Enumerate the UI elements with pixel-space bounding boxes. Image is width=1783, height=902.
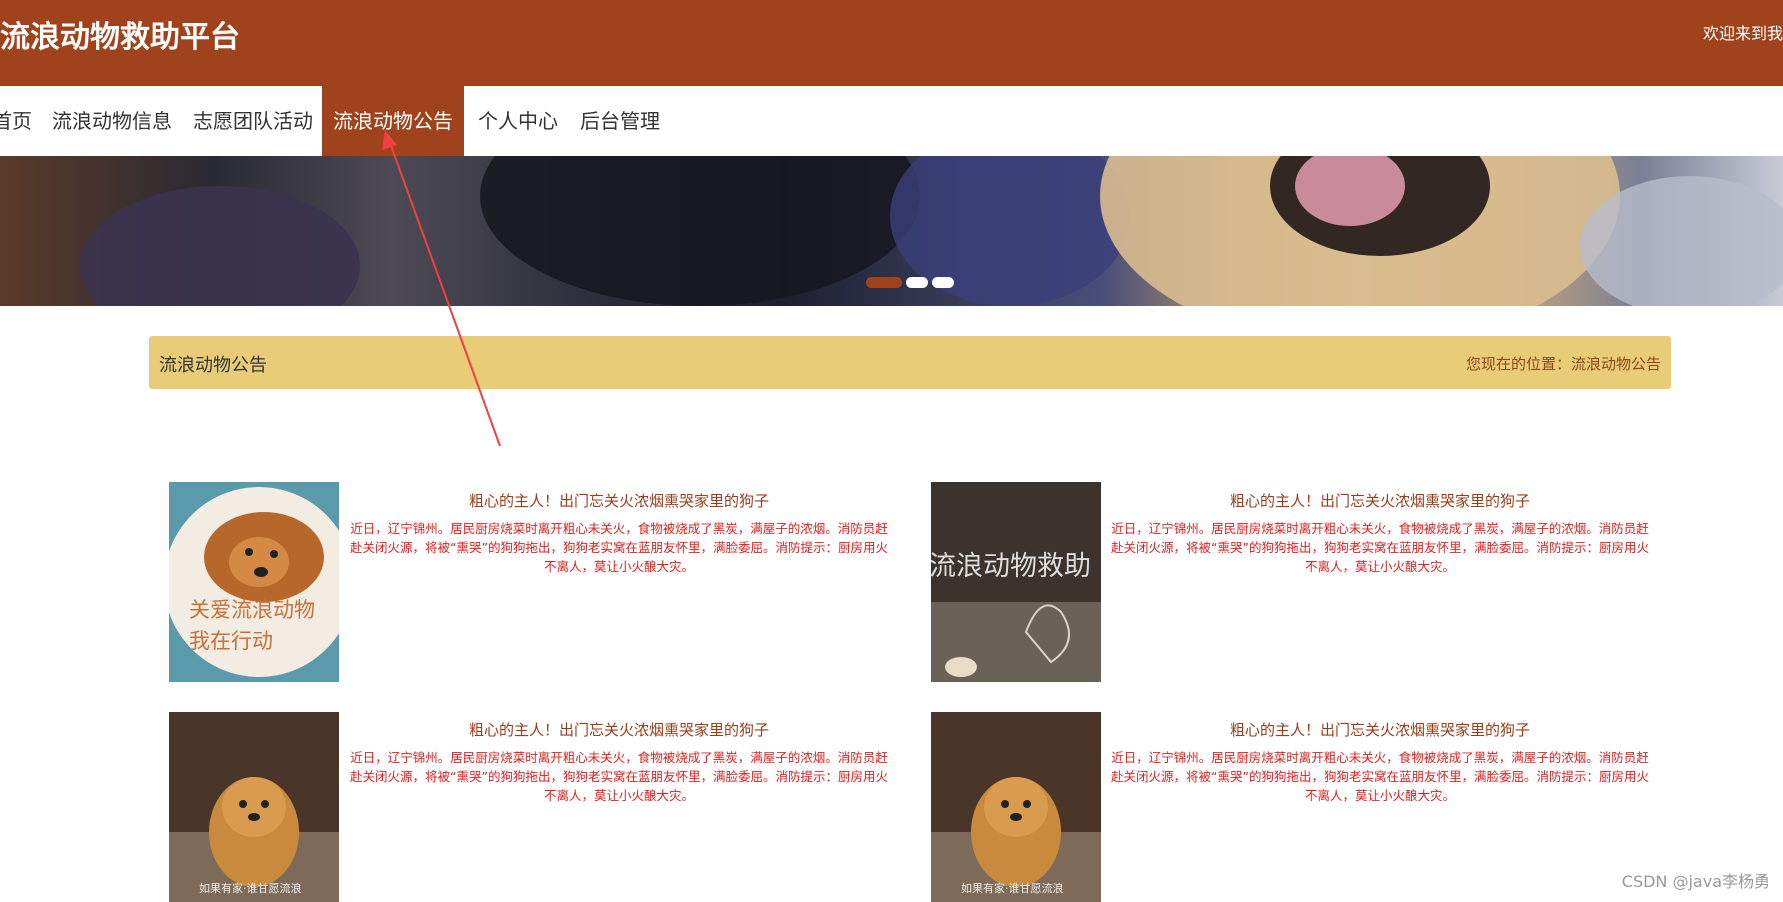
- site-title: 流浪动物救助平台: [0, 20, 240, 55]
- site-header: 流浪动物救助平台 欢迎来到我: [0, 0, 1783, 86]
- image-caption: 如果有家·谁甘愿流浪: [961, 882, 1064, 895]
- nav-item-animal-info[interactable]: 流浪动物信息: [52, 86, 172, 156]
- nav-item-announcements[interactable]: 流浪动物公告: [322, 86, 464, 156]
- nav-item-admin[interactable]: 后台管理: [580, 86, 660, 156]
- section-header-bar: 流浪动物公告 您现在的位置：流浪动物公告: [149, 336, 1671, 389]
- announcement-image[interactable]: 如果有家·谁甘愿流浪: [931, 712, 1101, 902]
- page: 流浪动物救助平台 欢迎来到我 首页 流浪动物信息 志愿团队活动 流浪动物公告 个…: [0, 0, 1783, 902]
- announcement-desc: 近日，辽宁锦州。居民厨房烧菜时离开粗心未关火，食物被烧成了黑炭，满屋子的浓烟。消…: [350, 750, 888, 803]
- nav-item-home[interactable]: 首页: [0, 86, 32, 156]
- image-caption: 流浪动物救助: [931, 551, 1091, 582]
- announcement-title[interactable]: 粗心的主人！出门忘关火浓烟熏哭家里的狗子: [349, 490, 889, 511]
- carousel-dot-3[interactable]: [932, 277, 954, 288]
- watermark: CSDN @java李杨勇: [1621, 872, 1770, 891]
- announcement-title[interactable]: 粗心的主人！出门忘关火浓烟熏哭家里的狗子: [349, 719, 889, 740]
- carousel-dot-2[interactable]: [906, 277, 928, 288]
- image-caption: 关爱流浪动物: [189, 598, 315, 622]
- section-title: 流浪动物公告: [159, 355, 267, 376]
- main-nav: 首页 流浪动物信息 志愿团队活动 流浪动物公告 个人中心 后台管理: [0, 86, 1783, 156]
- carousel-indicators: [866, 274, 956, 290]
- breadcrumb: 您现在的位置：流浪动物公告: [1465, 355, 1661, 373]
- nav-item-volunteer-activities[interactable]: 志愿团队活动: [193, 86, 313, 156]
- announcement-image[interactable]: 关爱流浪动物 我在行动: [169, 482, 339, 682]
- announcement-title[interactable]: 粗心的主人！出门忘关火浓烟熏哭家里的狗子: [1110, 490, 1650, 511]
- announcement-image[interactable]: 如果有家·谁甘愿流浪: [169, 712, 339, 902]
- welcome-text: 欢迎来到我: [1702, 24, 1783, 43]
- announcement-image[interactable]: 流浪动物救助: [931, 482, 1101, 682]
- announcement-desc: 近日，辽宁锦州。居民厨房烧菜时离开粗心未关火，食物被烧成了黑炭，满屋子的浓烟。消…: [1111, 750, 1649, 803]
- carousel-dot-1[interactable]: [866, 277, 902, 288]
- announcement-desc: 近日，辽宁锦州。居民厨房烧菜时离开粗心未关火，食物被烧成了黑炭，满屋子的浓烟。消…: [350, 521, 888, 574]
- nav-item-personal-center[interactable]: 个人中心: [478, 86, 558, 156]
- announcement-desc: 近日，辽宁锦州。居民厨房烧菜时离开粗心未关火，食物被烧成了黑炭，满屋子的浓烟。消…: [1111, 521, 1649, 574]
- announcement-title[interactable]: 粗心的主人！出门忘关火浓烟熏哭家里的狗子: [1110, 719, 1650, 740]
- image-caption: 我在行动: [189, 629, 273, 653]
- image-caption: 如果有家·谁甘愿流浪: [199, 882, 302, 895]
- banner-carousel[interactable]: [0, 156, 1783, 306]
